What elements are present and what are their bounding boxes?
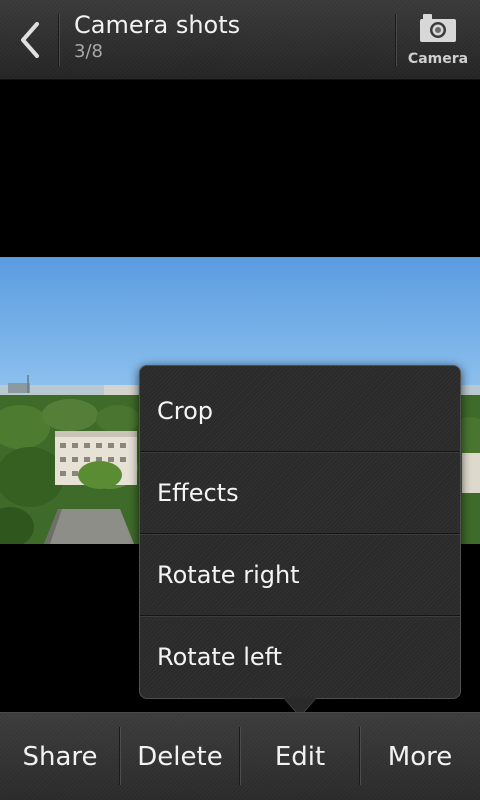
page-title: Camera shots xyxy=(74,11,241,39)
more-button[interactable]: More xyxy=(360,713,480,800)
chevron-left-icon xyxy=(21,22,39,58)
action-bar: Camera shots 3/8 Camera xyxy=(0,0,480,80)
header-divider xyxy=(58,14,59,66)
menu-item-effects[interactable]: Effects xyxy=(140,452,460,534)
camera-icon xyxy=(420,14,456,42)
menu-item-rotate-left[interactable]: Rotate left xyxy=(140,616,460,698)
title-block: Camera shots 3/8 xyxy=(74,10,240,64)
photo-counter: 3/8 xyxy=(74,41,103,62)
menu-item-crop[interactable]: Crop xyxy=(140,370,460,452)
gallery-screen: Camera shots 3/8 Camera Crop Effects Rot… xyxy=(0,0,480,800)
camera-label: Camera xyxy=(407,51,469,67)
share-button[interactable]: Share xyxy=(0,713,120,800)
delete-button[interactable]: Delete xyxy=(120,713,240,800)
menu-item-rotate-right[interactable]: Rotate right xyxy=(140,534,460,616)
back-button[interactable] xyxy=(0,0,58,80)
edit-popup-menu: Crop Effects Rotate right Rotate left xyxy=(139,365,461,699)
edit-button[interactable]: Edit xyxy=(240,713,360,800)
camera-button[interactable]: Camera xyxy=(396,0,480,80)
bottom-action-bar: Share Delete Edit More xyxy=(0,712,480,800)
